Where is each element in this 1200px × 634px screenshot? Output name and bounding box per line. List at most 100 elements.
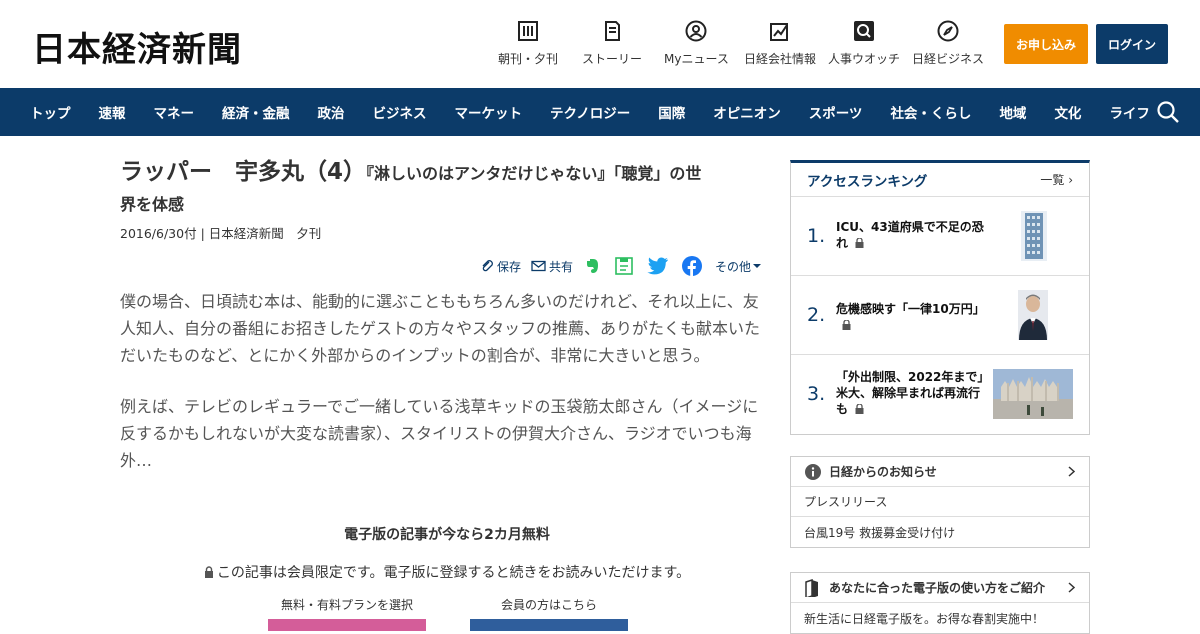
- ranking-all-label: 一覧: [1040, 173, 1065, 187]
- nav-item-breaking[interactable]: 速報: [99, 102, 126, 122]
- nav-item-society[interactable]: 社会・くらし: [890, 102, 971, 122]
- guide-title: あなたに合った電子版の使い方をご紹介: [829, 581, 1046, 595]
- share-bar: 保存 共有 その他: [480, 256, 774, 276]
- nav-item-technology[interactable]: テクノロジー: [550, 102, 630, 122]
- other-share-button[interactable]: その他: [715, 258, 764, 275]
- paperclip-icon: [482, 260, 493, 272]
- ranking-item[interactable]: 1. ICU、43道府県で不足の恐れ: [791, 197, 1089, 276]
- memo-button[interactable]: [614, 256, 637, 276]
- nav-item-region[interactable]: 地域: [999, 102, 1026, 122]
- evernote-button[interactable]: [583, 257, 604, 275]
- rank-number: 3.: [807, 383, 826, 405]
- personnel-watch-icon: [854, 21, 874, 41]
- memo-icon: [615, 257, 633, 275]
- nav-item-market[interactable]: マーケット: [455, 102, 523, 122]
- notice-item-typhoon[interactable]: 台風19号 救援募金受け付け: [791, 517, 1089, 547]
- plan-free-button[interactable]: [268, 619, 426, 631]
- nav-morning-evening[interactable]: 朝刊・夕刊: [498, 20, 558, 67]
- rank-number: 2.: [807, 304, 826, 326]
- nav-my-news[interactable]: Myニュース: [664, 20, 729, 67]
- plan-member[interactable]: 会員の方はこちら: [470, 596, 628, 631]
- nav-item-sports[interactable]: スポーツ: [809, 102, 863, 122]
- nav-item-politics[interactable]: 政治: [318, 102, 345, 122]
- plan-buttons: 無料・有料プランを選択 会員の方はこちら: [268, 596, 628, 631]
- facebook-button[interactable]: [682, 256, 705, 276]
- nav-nikkei-business[interactable]: 日経ビジネス: [912, 20, 984, 67]
- nav-label: 日経ビジネス: [912, 52, 985, 66]
- chevron-right-icon: [1068, 582, 1075, 593]
- nav-item-economy-finance[interactable]: 経済・金融: [222, 102, 290, 122]
- nav-personnel-watch[interactable]: 人事ウオッチ: [828, 20, 900, 67]
- cathedral-square-image: [993, 369, 1073, 419]
- nav-label: 日経会社情報: [744, 52, 817, 66]
- search-icon[interactable]: [1156, 100, 1180, 124]
- my-news-icon: [685, 20, 707, 42]
- nav-label: Myニュース: [664, 52, 729, 66]
- ranking-item[interactable]: 2. 危機感映す「一律10万円」: [791, 276, 1089, 355]
- save-button[interactable]: 保存: [480, 258, 521, 275]
- nav-item-life[interactable]: ライフ: [1109, 102, 1150, 122]
- plan-free[interactable]: 無料・有料プランを選択: [268, 596, 426, 631]
- article-meta: 2016/6/30付 | 日本経済新聞 夕刊: [120, 226, 322, 242]
- title-sub-continued: 界を体感: [120, 195, 185, 215]
- facebook-icon: [682, 256, 703, 276]
- ranking-title: アクセスランキング: [807, 173, 928, 190]
- article-title: ラッパー 宇多丸（4）『淋しいのはアンタだけじゃない』「聴覚」の世: [120, 159, 760, 185]
- article-body: 僕の場合、日頃読む本は、能動的に選ぶことももちろん多いのだけれど、それ以上に、友…: [120, 288, 760, 498]
- nav-item-opinion[interactable]: オピニオン: [713, 102, 781, 122]
- promo-title: 電子版の記事が今なら2カ月無料: [344, 527, 550, 543]
- apply-button[interactable]: お申し込み: [1004, 24, 1088, 64]
- mail-icon: [531, 260, 546, 272]
- nav-company-info[interactable]: 日経会社情報: [744, 20, 816, 67]
- nav-item-business[interactable]: ビジネス: [373, 102, 427, 122]
- building-image: [1021, 211, 1047, 261]
- ranking-all-link[interactable]: 一覧 ›: [1040, 171, 1073, 188]
- nav-item-top[interactable]: トップ: [30, 102, 71, 122]
- paragraph: 僕の場合、日頃読む本は、能動的に選ぶことももちろん多いのだけれど、それ以上に、友…: [120, 292, 761, 365]
- plan-member-label: 会員の方はこちら: [500, 598, 597, 612]
- guide-item[interactable]: 新生活に日経電子版を。お得な春割実施中！: [791, 603, 1089, 633]
- caret-down-icon: [753, 264, 762, 268]
- lock-icon: [855, 404, 864, 414]
- newspaper-icon: [518, 21, 538, 41]
- ranking-item[interactable]: 3. 「外出制限、2022年まで」 米大、解除早まれば再流行も: [791, 355, 1089, 434]
- person-image: [1018, 290, 1048, 340]
- story-icon: [605, 21, 620, 41]
- guide-header[interactable]: あなたに合った電子版の使い方をご紹介: [791, 573, 1089, 603]
- rank-text: ICU、43道府県で不足の恐れ: [836, 219, 986, 251]
- twitter-icon: [647, 257, 669, 275]
- rank-thumbnail: [993, 369, 1073, 419]
- notice-item-press-release[interactable]: プレスリリース: [791, 487, 1089, 517]
- category-nav: トップ 速報 マネー 経済・金融 政治 ビジネス マーケット テクノロジー 国際…: [0, 88, 1200, 136]
- access-ranking: アクセスランキング 一覧 › 1. ICU、43道府県で不足の恐れ 2. 危機感…: [790, 160, 1090, 435]
- company-info-icon: [770, 23, 788, 41]
- paragraph: 例えば、テレビのレギュラーでご一緒している浅草キッドの玉袋筋太郎さん（イメージに…: [120, 397, 759, 470]
- rank-text: 「外出制限、2022年まで」 米大、解除早まれば再流行も: [836, 369, 995, 417]
- digital-guide: あなたに合った電子版の使い方をご紹介 新生活に日経電子版を。お得な春割実施中！: [790, 572, 1090, 634]
- title-sub: 『淋しいのはアンタだけじゃない』「聴覚」の世: [366, 164, 702, 183]
- nikkei-notice: 日経からのお知らせ プレスリリース 台風19号 救援募金受け付け: [790, 456, 1090, 548]
- share-button[interactable]: 共有: [531, 258, 573, 275]
- book-icon: [805, 578, 818, 597]
- nikkei-business-icon: [937, 20, 959, 42]
- paywall-promo: 電子版の記事が今なら2カ月無料 この記事は会員限定です。電子版に登録すると続きを…: [120, 524, 774, 582]
- plan-member-button[interactable]: [470, 619, 628, 631]
- rank-headline: 危機感映す「一律10万円」: [836, 302, 985, 316]
- save-label: 保存: [497, 259, 522, 274]
- notice-header[interactable]: 日経からのお知らせ: [791, 457, 1089, 487]
- nav-item-culture[interactable]: 文化: [1054, 102, 1081, 122]
- chevron-right-icon: [1068, 466, 1075, 477]
- lock-icon: [855, 238, 864, 248]
- info-icon: [805, 463, 821, 480]
- rank-number: 1.: [807, 225, 826, 247]
- article: ラッパー 宇多丸（4）『淋しいのはアンタだけじゃない』「聴覚」の世 界を体感 2…: [120, 159, 762, 631]
- site-logo[interactable]: 日本経済新聞: [32, 22, 242, 71]
- plan-free-label: 無料・有料プランを選択: [280, 598, 413, 612]
- lock-icon: [204, 566, 213, 578]
- nav-item-money[interactable]: マネー: [154, 102, 195, 122]
- login-button[interactable]: ログイン: [1096, 24, 1168, 64]
- twitter-button[interactable]: [647, 257, 672, 275]
- notice-title: 日経からのお知らせ: [829, 465, 937, 479]
- nav-item-international[interactable]: 国際: [658, 102, 685, 122]
- nav-story[interactable]: ストーリー: [582, 20, 642, 67]
